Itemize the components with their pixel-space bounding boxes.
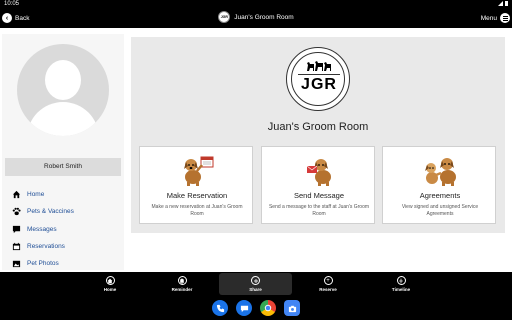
plus-icon: +: [323, 276, 333, 285]
avatar[interactable]: [17, 44, 109, 136]
business-logo-icon: JGR: [218, 11, 231, 23]
card-description: Make a new reservation at Juan's Groom R…: [151, 204, 243, 217]
app-title-group: JGR Juan's Groom Room: [0, 11, 512, 23]
sidebar-item-label: Home: [27, 191, 45, 199]
sidebar-item-messages[interactable]: Messages: [12, 221, 122, 238]
avatar-body: [27, 102, 99, 136]
battery-icon: [505, 1, 508, 6]
status-bar: 10:05: [0, 0, 512, 8]
content-area: Robert Smith Home Pets & Vaccines Messag…: [0, 28, 512, 272]
card-title: Agreements: [419, 191, 461, 200]
bottom-tab-bar: Home Reminder Share + Reserve Timeline: [0, 272, 512, 296]
chrome-icon[interactable]: [260, 300, 276, 316]
dogs-silhouette-icon: [307, 61, 331, 71]
dogs-agreement-illustration-icon: [425, 158, 456, 186]
dog-calendar-illustration-icon: [184, 156, 214, 186]
user-name: Robert Smith: [5, 158, 121, 176]
sidebar-item-label: Reservations: [27, 243, 65, 251]
system-dock-bar: [0, 296, 512, 320]
chevron-left-icon: ‹: [2, 13, 12, 23]
card-description: View signed and unsigned Service Agreeme…: [401, 204, 479, 217]
sidebar-item-reservations[interactable]: Reservations: [12, 238, 122, 255]
timeline-icon: [396, 276, 406, 285]
sidebar: Robert Smith Home Pets & Vaccines Messag…: [2, 34, 124, 270]
tab-label: Home: [103, 287, 117, 292]
app-title: Juan's Groom Room: [234, 13, 294, 21]
tab-share[interactable]: Share: [219, 273, 292, 295]
send-message-card[interactable]: Send Message Send a message to the staff…: [261, 146, 375, 224]
sidebar-item-label: Pets & Vaccines: [27, 208, 74, 216]
sidebar-item-pets[interactable]: Pets & Vaccines: [12, 203, 122, 220]
tab-reminder[interactable]: Reminder: [164, 272, 200, 296]
back-button[interactable]: ‹ Back: [2, 11, 29, 25]
wifi-icon: [498, 1, 503, 6]
card-description: Send a message to the staff at Juan's Gr…: [268, 204, 370, 217]
photo-icon: [12, 259, 21, 268]
tab-timeline[interactable]: Timeline: [383, 272, 419, 296]
business-logo: JGR: [286, 47, 350, 111]
sidebar-nav: Home Pets & Vaccines Messages Reservatio…: [12, 186, 122, 272]
make-reservation-card[interactable]: Make Reservation Make a new reservation …: [139, 146, 253, 224]
tab-reserve[interactable]: + Reserve: [310, 272, 346, 296]
hamburger-icon: [500, 13, 510, 23]
card-title: Make Reservation: [166, 191, 228, 200]
menu-button[interactable]: Menu: [481, 11, 510, 25]
sidebar-item-label: Messages: [27, 225, 57, 233]
phone-icon[interactable]: [212, 300, 228, 316]
main-panel: JGR Juan's Groom Room Make Reservation M…: [131, 37, 505, 233]
sidebar-item-label: Pet Photos: [27, 260, 59, 268]
sidebar-item-home[interactable]: Home: [12, 186, 122, 203]
paw-icon: [12, 207, 21, 216]
tab-label: Timeline: [391, 287, 411, 292]
home-icon: [12, 190, 21, 199]
tab-label: Reserve: [319, 287, 337, 292]
tab-label: Reminder: [171, 287, 193, 292]
app-bar: ‹ Back JGR Juan's Groom Room Menu: [0, 8, 512, 28]
status-time: 10:05: [4, 1, 20, 7]
menu-label: Menu: [480, 14, 497, 22]
app-dock: [208, 298, 304, 318]
tab-home[interactable]: Home: [92, 272, 128, 296]
calendar-icon: [12, 242, 21, 251]
camera-icon[interactable]: [284, 300, 300, 316]
back-label: Back: [15, 14, 30, 22]
card-title: Send Message: [293, 191, 345, 200]
home-icon: [105, 276, 115, 285]
logo-text: JGR: [301, 76, 337, 93]
messages-icon[interactable]: [236, 300, 252, 316]
system-indicators: [498, 1, 508, 6]
bell-icon: [177, 276, 187, 285]
share-icon: [251, 276, 260, 285]
chat-icon: [12, 225, 21, 234]
tab-label: Share: [249, 287, 262, 292]
dog-envelope-illustration-icon: [306, 159, 331, 186]
business-name: Juan's Groom Room: [267, 121, 369, 133]
agreements-card[interactable]: Agreements View signed and unsigned Serv…: [382, 146, 496, 224]
avatar-head: [45, 60, 81, 100]
sidebar-item-photos[interactable]: Pet Photos: [12, 255, 122, 272]
